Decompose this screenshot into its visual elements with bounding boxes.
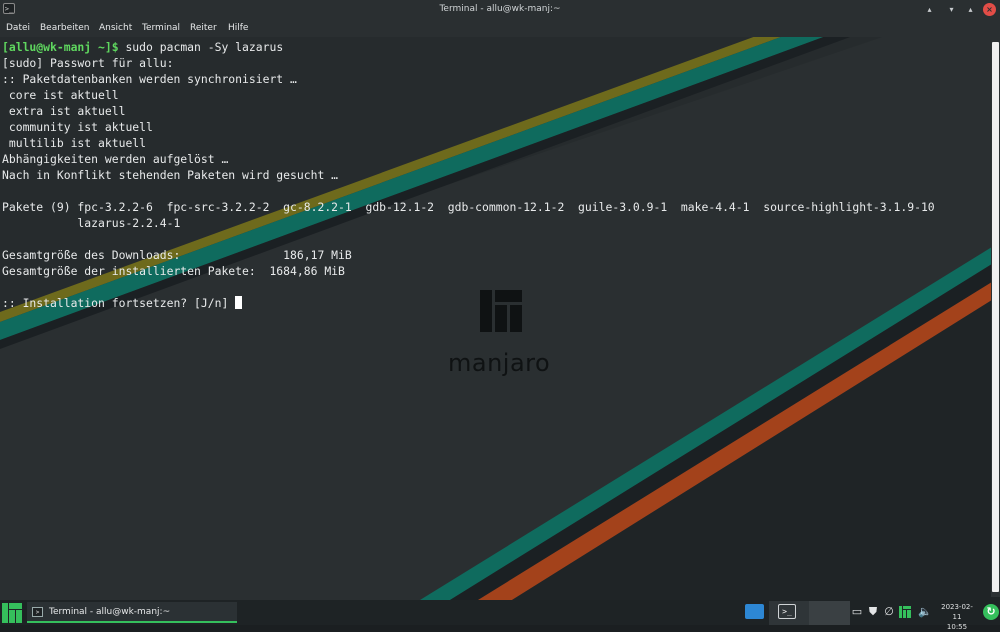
confirm-question: :: Installation fortsetzen? [J/n] [2, 296, 236, 310]
scrollbar-thumb[interactable] [992, 42, 999, 592]
maximize-button[interactable]: ▴ [964, 3, 977, 16]
minimize-button[interactable]: ▾ [945, 3, 958, 16]
update-notifier-icon[interactable]: ↻ [983, 604, 999, 620]
menu-ansicht[interactable]: Ansicht [99, 23, 132, 33]
text-cursor [235, 296, 243, 309]
window-title: Terminal - allu@wk-manj:~ [439, 4, 561, 14]
terminal-launcher-icon: >_ [778, 604, 796, 619]
terminal-scrollbar[interactable] [991, 40, 1000, 597]
manjaro-logo-text: manjaro [448, 349, 551, 377]
terminal-output: [allu@wk-manj ~]$ sudo pacman -Sy lazaru… [2, 39, 935, 311]
launcher-terminal-button[interactable]: >_ [769, 601, 809, 625]
shell-prompt: [allu@wk-manj ~]$ [2, 40, 119, 54]
menu-terminal[interactable]: Terminal [142, 23, 180, 33]
menu-datei[interactable]: Datei [6, 23, 30, 33]
taskbar-terminal-item[interactable]: > Terminal - allu@wk-manj:~ [27, 602, 237, 623]
menu-hilfe[interactable]: Hilfe [228, 23, 248, 33]
close-button[interactable]: × [983, 3, 996, 16]
output-line: Gesamtgröße der installierten Pakete: 16… [2, 264, 345, 278]
output-line: multilib ist aktuell [2, 136, 147, 150]
command-line: sudo pacman -Sy lazarus [118, 40, 284, 54]
terminal-icon: > [32, 607, 43, 617]
clock-date: 2023-02-11 [941, 603, 973, 621]
clock-time: 10:55 [946, 623, 968, 631]
shield-icon[interactable]: ⛊ [867, 606, 879, 618]
output-line: lazarus-2.2.4-1 [2, 216, 181, 230]
terminal-view[interactable]: manjaro [allu@wk-manj ~]$ sudo pacman -S… [0, 37, 1000, 600]
clipboard-icon[interactable]: ▭ [851, 606, 863, 618]
menu-reiter[interactable]: Reiter [190, 23, 217, 33]
output-line: Pakete (9) fpc-3.2.2-6 fpc-src-3.2.2-2 g… [2, 200, 935, 214]
output-line: Abhängigkeiten werden aufgelöst … [2, 152, 229, 166]
manjaro-settings-icon[interactable] [899, 606, 911, 618]
output-line: community ist aktuell [2, 120, 153, 134]
output-line: Nach in Konflikt stehenden Paketen wird … [2, 168, 339, 182]
output-line: [sudo] Passwort für allu: [2, 56, 174, 70]
volume-icon[interactable]: 🔈 [918, 606, 932, 618]
taskbar: > Terminal - allu@wk-manj:~ [0, 600, 1000, 625]
clock[interactable]: 2023-02-11 10:55 [937, 602, 977, 632]
output-line: :: Paketdatenbanken werden synchronisier… [2, 72, 297, 86]
output-line: core ist aktuell [2, 88, 119, 102]
window-titlebar[interactable]: >_ Terminal - allu@wk-manj:~ ▴ ▾ ▴ × [0, 0, 1000, 19]
menu-bar: Datei Bearbeiten Ansicht Terminal Reiter… [0, 19, 1000, 38]
menu-bearbeiten[interactable]: Bearbeiten [40, 23, 89, 33]
application-menu-icon[interactable] [2, 603, 22, 623]
output-line: Gesamtgröße des Downloads: 186,17 MiB [2, 248, 352, 262]
taskbar-item-label: Terminal - allu@wk-manj:~ [49, 607, 171, 617]
link-icon[interactable]: ∅ [883, 606, 895, 618]
show-desktop-icon[interactable] [745, 604, 764, 619]
workspace-switcher[interactable] [809, 601, 850, 625]
output-line: extra ist aktuell [2, 104, 126, 118]
shade-button[interactable]: ▴ [923, 3, 936, 16]
